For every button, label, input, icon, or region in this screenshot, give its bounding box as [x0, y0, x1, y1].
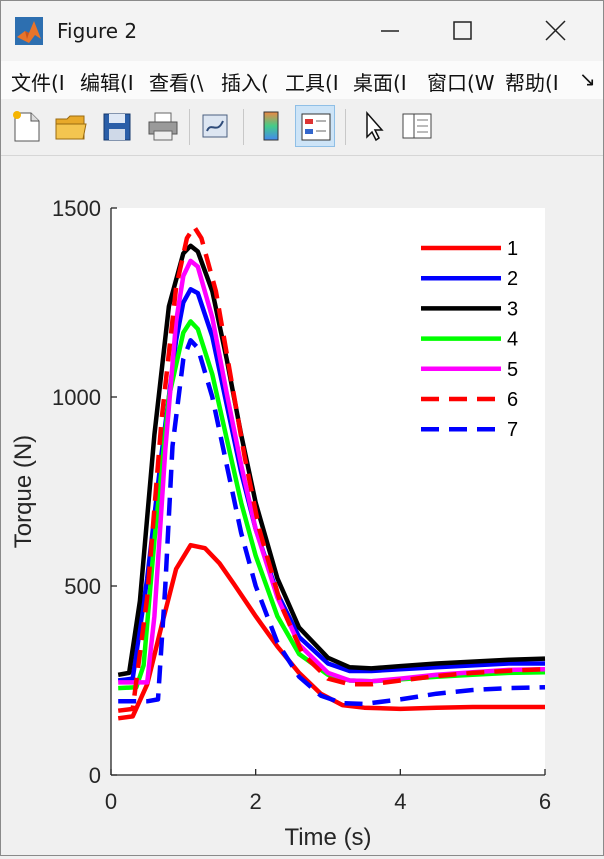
- edit-plot-button[interactable]: [353, 105, 393, 147]
- menu-window[interactable]: 窗口(W: [427, 67, 499, 95]
- close-button[interactable]: [526, 11, 586, 51]
- x-tick-label: 4: [394, 789, 406, 814]
- printer-icon: [148, 112, 178, 141]
- menu-bar: 文件(I 编辑(I 查看(\ 插入( 工具(I 桌面(I 窗口(W 帮助(I ↘: [1, 61, 603, 99]
- close-icon: [545, 20, 566, 41]
- save-button[interactable]: [97, 105, 137, 147]
- menu-insert[interactable]: 插入(: [221, 67, 279, 95]
- property-inspector-icon: [402, 113, 432, 139]
- menu-help[interactable]: 帮助(I: [505, 67, 573, 95]
- window-title: Figure 2: [57, 19, 138, 43]
- insert-legend-button[interactable]: [295, 105, 335, 147]
- legend-label: 3: [507, 298, 518, 320]
- legend-label: 2: [507, 268, 518, 290]
- toolbar-separator: [345, 109, 346, 145]
- matlab-logo-icon: [15, 17, 43, 45]
- toolbar: [1, 99, 603, 156]
- colorbar-icon: [263, 111, 279, 141]
- menu-file[interactable]: 文件(I: [11, 67, 74, 95]
- link-plot-button[interactable]: [195, 105, 235, 147]
- legend-label: 1: [507, 238, 518, 260]
- line-chart: 0 2 4 6 0 500 1000 1500 Time (s) Torque (N) 1 2 3 4 5 6…: [10, 196, 551, 851]
- legend-label: 7: [507, 419, 518, 441]
- figure-window: Figure 2 文件(I 编辑(I 查看(\ 插入( 工具(I 桌面(I 窗口…: [0, 0, 604, 856]
- y-tick-label: 1500: [52, 196, 101, 221]
- y-axis-label: Torque (N): [10, 435, 37, 548]
- legend-label: 4: [507, 329, 518, 351]
- new-figure-button[interactable]: [7, 105, 47, 147]
- title-bar[interactable]: Figure 2: [1, 1, 603, 61]
- y-tick-label: 0: [89, 763, 101, 788]
- maximize-icon: [453, 21, 472, 40]
- toolbar-separator: [189, 109, 190, 145]
- minimize-icon: [381, 30, 399, 32]
- save-icon: [103, 113, 131, 141]
- legend-label: 6: [507, 389, 518, 411]
- property-inspector-button[interactable]: [397, 105, 437, 147]
- x-axis-label: Time (s): [284, 824, 371, 851]
- x-tick-label: 2: [250, 789, 262, 814]
- link-plot-icon: [202, 114, 228, 138]
- folder-icon: [55, 115, 87, 140]
- menu-view[interactable]: 查看(\: [149, 67, 215, 95]
- menu-desktop[interactable]: 桌面(I: [353, 67, 421, 95]
- toolbar-separator: [243, 109, 244, 145]
- open-file-button[interactable]: [51, 105, 91, 147]
- menu-edit[interactable]: 编辑(I: [80, 67, 143, 95]
- minimize-button[interactable]: [361, 11, 421, 51]
- new-file-icon: [13, 111, 40, 142]
- print-button[interactable]: [143, 105, 183, 147]
- y-tick-label: 500: [64, 574, 101, 599]
- y-tick-label: 1000: [52, 385, 101, 410]
- insert-colorbar-button[interactable]: [251, 105, 291, 147]
- menu-tools[interactable]: 工具(I: [285, 67, 347, 95]
- figure-canvas: 0 2 4 6 0 500 1000 1500 Time (s) Torque (N) 1 2 3 4 5 6…: [1, 156, 603, 855]
- x-tick-label: 6: [539, 789, 551, 814]
- pointer-arrow-icon: [366, 111, 384, 142]
- legend-label: 5: [507, 359, 518, 381]
- x-tick-label: 0: [105, 789, 117, 814]
- menu-dock-arrow[interactable]: ↘: [579, 67, 599, 95]
- maximize-button[interactable]: [432, 11, 492, 51]
- legend-icon: [301, 113, 331, 141]
